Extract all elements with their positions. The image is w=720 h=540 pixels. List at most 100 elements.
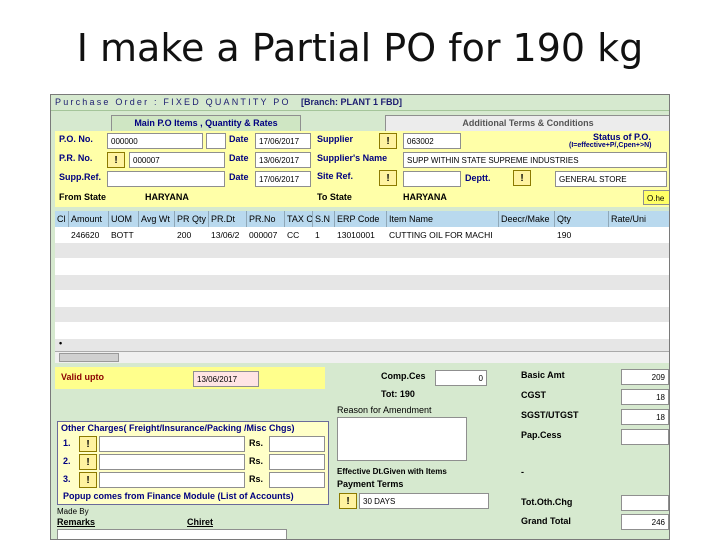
grand-total-label: Grand Total <box>521 516 571 526</box>
charge-account-field[interactable] <box>99 472 245 488</box>
supp-date-label: Date <box>229 172 249 182</box>
table-cell[interactable]: 1 <box>313 228 335 242</box>
grid-column-header[interactable]: Cl <box>55 211 69 227</box>
table-cell[interactable] <box>609 228 669 242</box>
tot-oth-field[interactable] <box>621 495 669 511</box>
grid-column-header[interactable]: S.N <box>313 211 335 227</box>
supp-date-field[interactable]: 17/06/2017 <box>255 171 311 187</box>
table-row[interactable] <box>55 323 669 339</box>
pr-date-field[interactable]: 13/06/2017 <box>255 152 311 168</box>
exclamation-icon[interactable]: ! <box>79 436 97 452</box>
pr-no-field[interactable]: 000007 <box>129 152 225 168</box>
table-cell[interactable] <box>55 228 69 242</box>
supp-ref-label: Supp.Ref. <box>59 172 101 182</box>
table-row[interactable] <box>55 291 669 307</box>
reason-textarea[interactable] <box>337 417 467 461</box>
po-date-field[interactable]: 17/06/2017 <box>255 133 311 149</box>
basic-amt-field[interactable]: 209 <box>621 369 669 385</box>
charge-rs-label: Rs. <box>249 474 264 484</box>
table-cell[interactable]: BOTT <box>109 228 139 242</box>
tab-main-items[interactable]: Main P.O Items , Quantity & Rates <box>111 115 301 131</box>
grid-column-header[interactable]: Item Name <box>387 211 499 227</box>
po-extra-field[interactable] <box>206 133 226 149</box>
grid-column-header[interactable]: UOM <box>109 211 139 227</box>
exclamation-icon[interactable]: ! <box>107 152 125 168</box>
pr-date-label: Date <box>229 153 249 163</box>
table-cell[interactable]: 190 <box>555 228 609 242</box>
exclamation-icon[interactable]: ! <box>513 170 531 186</box>
grid-scrollbar[interactable] <box>55 351 669 363</box>
grid-column-header[interactable]: PR.Dt <box>209 211 247 227</box>
made-by-label: Made By <box>57 507 89 516</box>
table-cell[interactable]: 200 <box>175 228 209 242</box>
grand-total-field[interactable]: 246 <box>621 514 669 530</box>
from-state-value: HARYANA <box>145 192 189 202</box>
charge-rs-label: Rs. <box>249 456 264 466</box>
po-no-field[interactable]: 000000 <box>107 133 203 149</box>
table-cell[interactable]: 000007 <box>247 228 285 242</box>
grid-column-header[interactable]: Qty <box>555 211 609 227</box>
table-row[interactable] <box>55 259 669 275</box>
supp-ref-field[interactable] <box>107 171 225 187</box>
table-cell[interactable]: CUTTING OIL FOR MACHI <box>387 228 499 242</box>
grid-column-header[interactable]: TAX C <box>285 211 313 227</box>
table-cell[interactable]: 246620 <box>69 228 109 242</box>
table-cell[interactable]: CC <box>285 228 313 242</box>
exclamation-icon[interactable]: ! <box>339 493 357 509</box>
exclamation-icon[interactable]: ! <box>379 170 397 186</box>
grid-column-header[interactable]: PR.No <box>247 211 285 227</box>
dept-field[interactable]: GENERAL STORE <box>555 171 667 187</box>
exclamation-icon[interactable]: ! <box>79 454 97 470</box>
grid-column-header[interactable]: Rate/Uni <box>609 211 669 227</box>
to-state-value: HARYANA <box>403 192 447 202</box>
cgst-field[interactable]: 18 <box>621 389 669 405</box>
exclamation-icon[interactable]: ! <box>379 133 397 149</box>
branch-label: [Branch: PLANT 1 FBD] <box>301 97 402 107</box>
comp-ces-field[interactable]: 0 <box>435 370 487 386</box>
grid-column-header[interactable]: Avg Wt <box>139 211 175 227</box>
supplier-code-field[interactable]: 063002 <box>403 133 461 149</box>
sgst-field[interactable]: 18 <box>621 409 669 425</box>
table-row[interactable] <box>55 307 669 323</box>
charge-amount-field[interactable] <box>269 472 325 488</box>
table-row[interactable] <box>55 243 669 259</box>
status-label: Status of P.O. <box>593 132 651 142</box>
charge-row-number: 1. <box>63 438 71 448</box>
cgst-label: CGST <box>521 390 547 400</box>
remarks-field[interactable] <box>57 529 287 539</box>
charge-account-field[interactable] <box>99 454 245 470</box>
to-state-label: To State <box>317 192 352 202</box>
tab-additional-terms[interactable]: Additional Terms & Conditions <box>385 115 669 131</box>
grid-column-header[interactable]: Deecr/Make <box>499 211 555 227</box>
grid-column-header[interactable]: PR Qty <box>175 211 209 227</box>
po-date-label: Date <box>229 134 249 144</box>
grid-column-header[interactable]: Amount <box>69 211 109 227</box>
other-button[interactable]: O.he <box>643 190 669 205</box>
pap-cess-field[interactable] <box>621 429 669 445</box>
pap-cess-label: Pap.Cess <box>521 430 562 440</box>
payment-terms-field[interactable]: 30 DAYS <box>359 493 489 509</box>
table-cell[interactable] <box>499 228 555 242</box>
chiret-label: Chiret <box>187 517 214 527</box>
supplier-name-field[interactable]: SUPP WITHIN STATE SUPREME INDUSTRIES <box>403 152 667 168</box>
charge-amount-field[interactable] <box>269 436 325 452</box>
charge-amount-field[interactable] <box>269 454 325 470</box>
table-cell[interactable]: 13/06/2 <box>209 228 247 242</box>
table-cell[interactable]: 13010001 <box>335 228 387 242</box>
grid-column-header[interactable]: ERP Code <box>335 211 387 227</box>
exclamation-icon[interactable]: ! <box>79 472 97 488</box>
charge-rs-label: Rs. <box>249 438 264 448</box>
effective-label: Effective Dt.Given with Items <box>337 467 447 476</box>
scrollbar-thumb[interactable] <box>59 353 119 362</box>
basic-amt-label: Basic Amt <box>521 370 565 380</box>
reason-label: Reason for Amendment <box>337 405 432 415</box>
items-grid: Cl Amount UOM Avg Wt PR Qty PR.Dt PR.No TAX C S.… <box>55 211 669 355</box>
site-ref-field[interactable] <box>403 171 461 187</box>
valid-upto-field[interactable]: 13/06/2017 <box>193 371 259 387</box>
tot-oth-label: Tot.Oth.Chg <box>521 497 573 507</box>
table-cell[interactable] <box>139 228 175 242</box>
table-row[interactable] <box>55 275 669 291</box>
charge-account-field[interactable] <box>99 436 245 452</box>
effective-value: - <box>521 467 524 477</box>
pr-no-label: P.R. No. <box>59 153 93 163</box>
